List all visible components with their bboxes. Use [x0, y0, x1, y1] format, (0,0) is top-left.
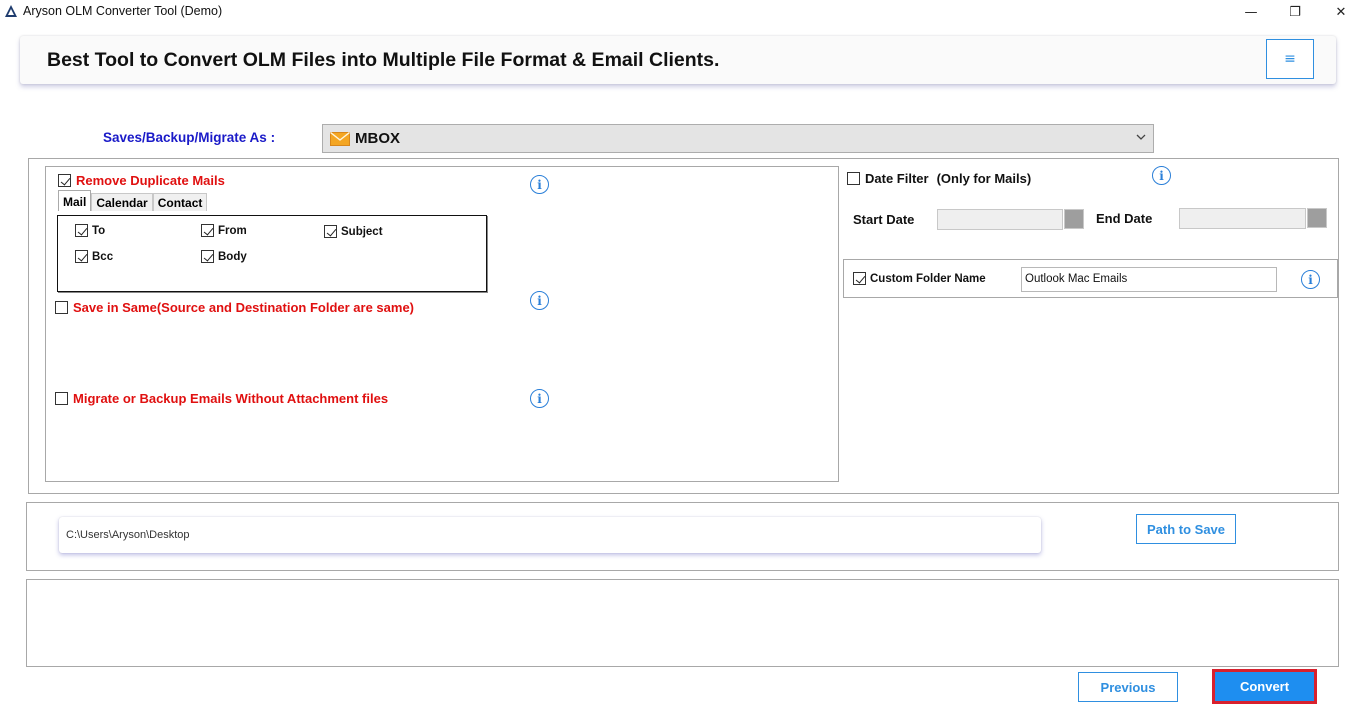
format-select[interactable]: MBOX [322, 124, 1154, 153]
custom-folder-option[interactable]: Custom Folder Name [853, 272, 986, 285]
field-bcc-label: Bcc [92, 250, 114, 263]
remove-duplicates-option[interactable]: Remove Duplicate Mails [58, 173, 225, 188]
previous-button[interactable]: Previous [1078, 672, 1178, 702]
field-to-label: To [92, 224, 106, 237]
envelope-icon [330, 131, 350, 146]
maximize-button[interactable]: ❐ [1272, 0, 1318, 24]
date-filter-option[interactable]: Date Filter (Only for Mails) [847, 171, 1031, 186]
field-to[interactable]: To [75, 224, 105, 237]
convert-button[interactable]: Convert [1212, 669, 1317, 704]
page-title: Best Tool to Convert OLM Files into Mult… [47, 49, 720, 71]
start-date-input[interactable] [937, 209, 1063, 230]
date-filter-label: Date Filter [865, 171, 929, 186]
info-icon[interactable]: i [1301, 270, 1320, 289]
date-filter-note: (Only for Mails) [936, 171, 1032, 186]
field-from-checkbox[interactable] [201, 224, 214, 237]
path-to-save-button[interactable]: Path to Save [1136, 514, 1236, 544]
menu-button[interactable]: ≡ [1266, 39, 1314, 79]
field-subject-checkbox[interactable] [324, 225, 337, 238]
end-date-label: End Date [1096, 211, 1153, 226]
field-bcc[interactable]: Bcc [75, 250, 113, 263]
save-in-same-option[interactable]: Save in Same(Source and Destination Fold… [55, 300, 414, 315]
without-attachments-checkbox[interactable] [55, 392, 68, 405]
status-log-panel [26, 579, 1339, 667]
date-filter-checkbox[interactable] [847, 172, 860, 185]
format-selected-value: MBOX [355, 130, 400, 147]
save-in-same-checkbox[interactable] [55, 301, 68, 314]
filter-tabs: Mail Calendar Contact [58, 190, 208, 211]
saves-as-label: Saves/Backup/Migrate As : [103, 130, 276, 145]
field-body-checkbox[interactable] [201, 250, 214, 263]
without-attachments-label: Migrate or Backup Emails Without Attachm… [73, 391, 389, 406]
without-attachments-option[interactable]: Migrate or Backup Emails Without Attachm… [55, 391, 388, 406]
app-logo-icon [5, 5, 17, 17]
window-title: Aryson OLM Converter Tool (Demo) [23, 4, 223, 18]
minimize-button[interactable]: — [1228, 0, 1274, 24]
tab-contact[interactable]: Contact [152, 193, 208, 211]
title-bar: Aryson OLM Converter Tool (Demo) — ❐ ✕ [0, 0, 1366, 26]
close-icon: ✕ [1335, 4, 1347, 20]
custom-folder-input[interactable]: Outlook Mac Emails [1021, 267, 1277, 292]
destination-path-input[interactable]: C:\Users\Aryson\Desktop [59, 517, 1041, 553]
info-icon[interactable]: i [1152, 166, 1171, 185]
save-in-same-label: Save in Same(Source and Destination Fold… [73, 300, 415, 315]
hamburger-icon: ≡ [1284, 51, 1296, 67]
mail-fields-box [57, 215, 487, 292]
minimize-icon: — [1244, 4, 1258, 20]
info-icon[interactable]: i [530, 291, 549, 310]
tab-calendar[interactable]: Calendar [91, 193, 153, 211]
restore-icon: ❐ [1289, 4, 1301, 20]
start-date-label: Start Date [853, 212, 915, 227]
custom-folder-checkbox[interactable] [853, 272, 866, 285]
remove-duplicates-label: Remove Duplicate Mails [76, 173, 225, 188]
custom-folder-label: Custom Folder Name [870, 272, 986, 285]
field-body-label: Body [218, 250, 247, 263]
info-icon[interactable]: i [530, 175, 549, 194]
remove-duplicates-checkbox[interactable] [58, 174, 71, 187]
field-to-checkbox[interactable] [75, 224, 88, 237]
close-button[interactable]: ✕ [1318, 0, 1364, 24]
header-banner: Best Tool to Convert OLM Files into Mult… [20, 36, 1336, 84]
chevron-down-icon [1136, 134, 1146, 140]
field-from[interactable]: From [201, 224, 247, 237]
field-from-label: From [218, 224, 247, 237]
mail-options-panel [45, 166, 839, 482]
field-body[interactable]: Body [201, 250, 247, 263]
field-bcc-checkbox[interactable] [75, 250, 88, 263]
field-subject[interactable]: Subject [324, 225, 383, 238]
start-date-picker-button[interactable] [1064, 209, 1084, 229]
field-subject-label: Subject [341, 225, 383, 238]
tab-mail[interactable]: Mail [58, 190, 92, 211]
end-date-input[interactable] [1179, 208, 1306, 229]
info-icon[interactable]: i [530, 389, 549, 408]
end-date-picker-button[interactable] [1307, 208, 1327, 228]
